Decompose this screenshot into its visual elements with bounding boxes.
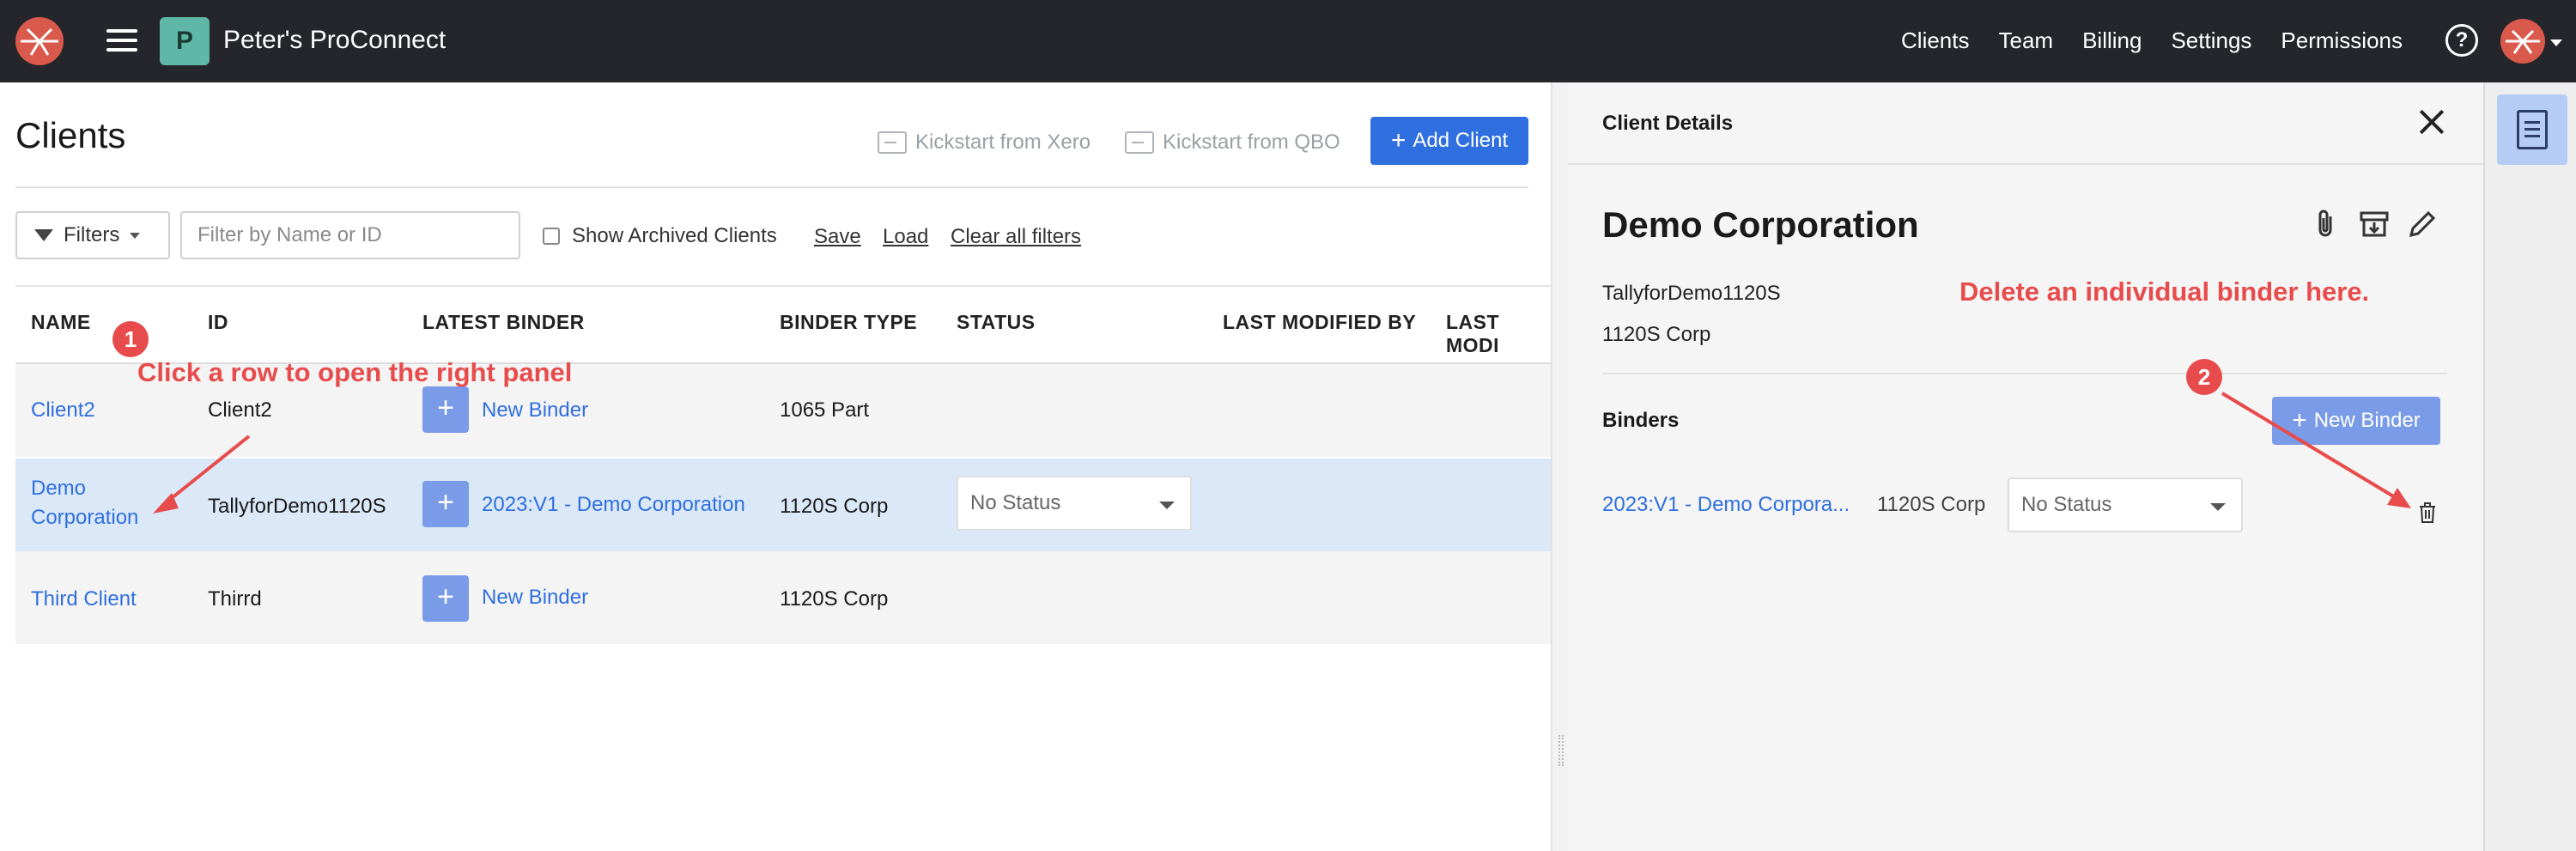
show-archived-label: Show Archived Clients — [572, 224, 777, 247]
archive-icon[interactable] — [2358, 208, 2391, 240]
annotation-text-1: Click a row to open the right panel — [137, 357, 573, 387]
col-header-id[interactable]: ID — [208, 311, 228, 334]
right-sidebar — [2483, 82, 2576, 851]
divider — [15, 186, 1528, 188]
client-details-toggle[interactable] — [2497, 94, 2567, 165]
document-icon — [2517, 110, 2548, 149]
user-avatar-icon[interactable] — [2500, 19, 2545, 64]
client-name-link[interactable]: Client2 — [31, 398, 95, 422]
annotation-badge-1: 1 — [112, 321, 149, 357]
add-binder-icon[interactable]: + — [422, 575, 469, 622]
add-binder-icon[interactable]: + — [422, 481, 469, 527]
org-name[interactable]: Peter's ProConnect — [223, 26, 446, 55]
col-header-binder-type[interactable]: BINDER TYPE — [780, 311, 917, 334]
panel-title: Client Details — [1602, 112, 1734, 135]
panel-header: Client Details — [1568, 82, 2483, 165]
col-header-last-modified[interactable]: LAST MODI — [1446, 311, 1551, 357]
top-bar: P Peter's ProConnect Clients Team Billin… — [0, 0, 2576, 82]
panel-resize-handle[interactable] — [1551, 82, 1568, 851]
menu-icon[interactable] — [106, 29, 137, 53]
paperclip-icon[interactable] — [2310, 208, 2342, 240]
avatar-caret-icon[interactable] — [2550, 40, 2562, 46]
kickstart-qbo-button[interactable]: Kickstart from QBO — [1125, 131, 1340, 155]
nav-settings[interactable]: Settings — [2171, 27, 2251, 54]
org-badge: P — [160, 17, 210, 65]
import-icon — [878, 131, 907, 154]
annotation-text-2: Delete an individual binder here. — [1959, 277, 2370, 307]
nav-billing[interactable]: Billing — [2082, 27, 2142, 54]
col-header-latest-binder[interactable]: LATEST BINDER — [422, 311, 585, 334]
kickstart-qbo-label: Kickstart from QBO — [1163, 131, 1340, 154]
client-details-panel: Client Details Demo Corporation Tallyfor… — [1568, 82, 2483, 851]
filter-icon — [34, 229, 53, 241]
client-detail-id: TallyforDemo1120S — [1602, 282, 1781, 305]
col-header-last-modified-by[interactable]: LAST MODIFIED BY — [1223, 311, 1416, 334]
top-nav: Clients Team Billing Settings Permission… — [1901, 27, 2403, 54]
checkbox-icon[interactable] — [543, 228, 560, 245]
binder-type: 1120S Corp — [780, 587, 889, 611]
client-name-link[interactable]: Third Client — [31, 587, 137, 611]
show-archived-checkbox[interactable]: Show Archived Clients — [543, 224, 777, 248]
nav-permissions[interactable]: Permissions — [2281, 27, 2403, 54]
binder-status-select[interactable]: No Status — [2008, 477, 2243, 532]
status-value: No Status — [970, 491, 1061, 514]
add-client-label: Add Client — [1413, 129, 1509, 152]
close-icon[interactable] — [2415, 105, 2449, 139]
chevron-down-icon — [130, 232, 141, 239]
latest-binder-link[interactable]: New Binder — [482, 586, 588, 610]
client-name-heading: Demo Corporation — [1602, 204, 1919, 245]
client-detail-type: 1120S Corp — [1602, 323, 1711, 346]
edit-pencil-icon[interactable] — [2406, 208, 2439, 240]
chevron-down-icon — [1159, 501, 1175, 509]
col-header-name[interactable]: NAME — [31, 311, 91, 334]
binder-type: 1120S Corp — [780, 495, 889, 518]
filter-input[interactable] — [180, 211, 520, 259]
annotation-arrow-2 — [2221, 392, 2411, 508]
status-select[interactable]: No Status — [957, 476, 1192, 531]
divider — [1602, 373, 2447, 374]
latest-binder-link[interactable]: 2023:V1 - Demo Corporation — [482, 493, 745, 517]
add-binder-icon[interactable]: + — [422, 386, 469, 433]
latest-binder-link[interactable]: New Binder — [482, 398, 588, 422]
annotation-arrow-1 — [153, 435, 251, 514]
nav-team[interactable]: Team — [1999, 27, 2054, 54]
plus-icon: + — [1390, 126, 1406, 155]
kickstart-xero-button[interactable]: Kickstart from Xero — [878, 131, 1091, 155]
clear-filters-link[interactable]: Clear all filters — [951, 225, 1081, 249]
save-filter-link[interactable]: Save — [814, 225, 861, 249]
client-id: Client2 — [208, 398, 272, 422]
status-value: No Status — [2021, 493, 2112, 516]
binders-label: Binders — [1602, 409, 1680, 432]
client-name-link[interactable]: Demo Corporation — [31, 474, 160, 532]
binder-link[interactable]: 2023:V1 - Demo Corpora... — [1602, 493, 1850, 517]
filters-label: Filters — [64, 223, 120, 246]
divider — [15, 285, 1551, 287]
binder-type: 1065 Part — [780, 398, 870, 422]
clients-page: Clients Kickstart from Xero Kickstart fr… — [0, 82, 1551, 851]
filters-button[interactable]: Filters — [15, 211, 170, 259]
kickstart-xero-label: Kickstart from Xero — [915, 131, 1091, 154]
help-icon[interactable]: ? — [2445, 24, 2478, 57]
nav-clients[interactable]: Clients — [1901, 27, 1969, 54]
app-logo-icon[interactable] — [15, 17, 64, 65]
import-icon — [1125, 131, 1154, 154]
page-title: Clients — [15, 115, 126, 155]
binder-type: 1120S Corp — [1877, 493, 1986, 516]
load-filter-link[interactable]: Load — [883, 225, 928, 249]
add-client-button[interactable]: + Add Client — [1370, 117, 1528, 165]
col-header-status[interactable]: STATUS — [957, 311, 1036, 334]
